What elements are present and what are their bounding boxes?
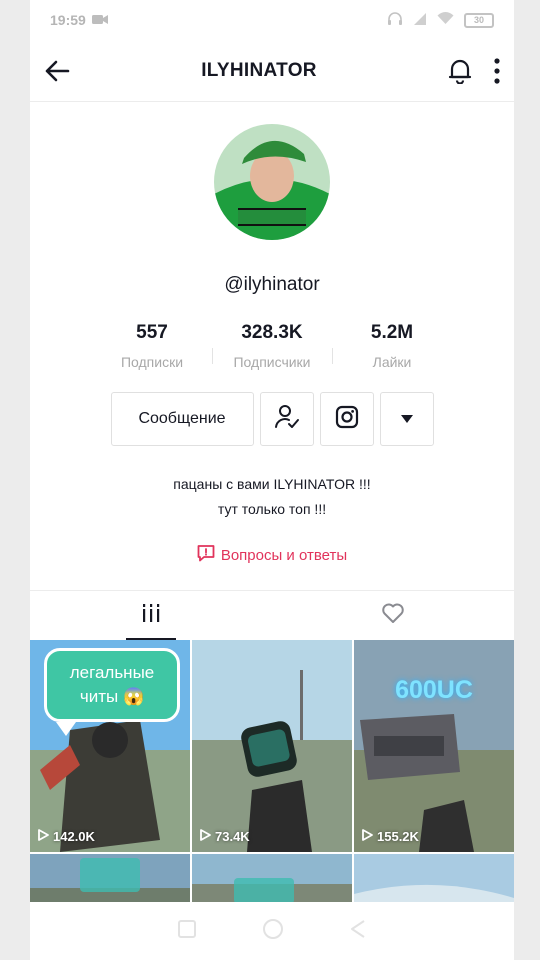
bio-line: тут только топ !!! bbox=[217, 501, 327, 517]
recent-apps-icon[interactable] bbox=[178, 919, 196, 943]
play-icon bbox=[362, 829, 373, 844]
qa-label: Вопросы и ответы bbox=[220, 546, 348, 564]
view-count: 155.2K bbox=[362, 829, 419, 844]
right-margin bbox=[514, 0, 540, 960]
video-thumbnail bbox=[192, 854, 352, 906]
bell-icon[interactable] bbox=[448, 58, 472, 84]
video-tile[interactable] bbox=[192, 854, 352, 906]
stat-label: Лайки bbox=[372, 354, 412, 370]
stat-following[interactable]: 557 Подписки bbox=[92, 322, 212, 370]
avatar[interactable] bbox=[214, 124, 330, 240]
back-icon[interactable] bbox=[350, 919, 366, 943]
question-bubble-icon bbox=[197, 544, 215, 566]
grid-bars-icon bbox=[141, 604, 161, 627]
tab-liked[interactable] bbox=[272, 591, 514, 640]
video-thumbnail bbox=[354, 640, 514, 852]
signal-icon bbox=[413, 12, 427, 29]
profile-tabs bbox=[30, 590, 514, 640]
view-count-value: 155.2K bbox=[377, 829, 419, 844]
bio-line: пацаны с вами ILYHINATOR !!! bbox=[173, 476, 371, 492]
play-icon bbox=[200, 829, 211, 844]
caret-down-icon bbox=[400, 410, 413, 428]
video-tile[interactable]: 600UC 155.2K bbox=[354, 640, 514, 852]
profile-actions: Сообщение bbox=[30, 392, 514, 446]
app-screen: 19:59 30 ILYHINATOR @ilyhinator 557 Подп… bbox=[30, 0, 514, 960]
play-icon bbox=[38, 829, 49, 844]
stat-value: 557 bbox=[136, 322, 168, 343]
video-tile[interactable] bbox=[30, 854, 190, 906]
left-margin bbox=[0, 0, 30, 960]
view-count: 142.0K bbox=[38, 829, 95, 844]
profile-username: @ilyhinator bbox=[224, 274, 320, 295]
view-count-value: 142.0K bbox=[53, 829, 95, 844]
home-icon[interactable] bbox=[262, 918, 284, 945]
message-button[interactable]: Сообщение bbox=[110, 392, 254, 446]
heart-icon bbox=[381, 602, 405, 629]
stat-value: 328.3K bbox=[241, 322, 303, 343]
video-tile[interactable]: 73.4K bbox=[192, 640, 352, 852]
stat-likes[interactable]: 5.2M Лайки bbox=[332, 322, 452, 370]
system-nav-bar bbox=[30, 902, 514, 960]
camera-icon bbox=[91, 12, 108, 28]
more-options-button[interactable] bbox=[379, 392, 434, 446]
instagram-button[interactable] bbox=[319, 392, 374, 446]
video-grid: легальные читы 😱 142.0K 73.4K 600UC 155.… bbox=[30, 640, 514, 906]
profile-header: ILYHINATOR bbox=[30, 40, 514, 102]
status-time: 19:59 bbox=[50, 12, 86, 28]
back-arrow-icon[interactable] bbox=[44, 60, 70, 82]
stat-label: Подписки bbox=[120, 354, 184, 370]
headphones-icon bbox=[387, 11, 403, 30]
status-bar: 19:59 30 bbox=[30, 0, 514, 40]
wifi-icon bbox=[437, 12, 454, 28]
stat-followers[interactable]: 328.3K Подписчики bbox=[212, 322, 332, 370]
qa-link[interactable]: Вопросы и ответы bbox=[30, 544, 514, 566]
profile-stats: 557 Подписки 328.3K Подписчики 5.2M Лайк… bbox=[30, 322, 514, 370]
stat-label: Подписчики bbox=[233, 354, 311, 370]
following-user-button[interactable] bbox=[259, 392, 314, 446]
more-vertical-icon[interactable] bbox=[494, 57, 500, 84]
battery-icon: 30 bbox=[464, 12, 494, 28]
video-tile[interactable] bbox=[354, 854, 514, 906]
user-check-icon bbox=[274, 404, 300, 435]
tab-videos[interactable] bbox=[30, 591, 272, 640]
video-tile[interactable]: легальные читы 😱 142.0K bbox=[30, 640, 190, 852]
view-count: 73.4K bbox=[200, 829, 250, 844]
profile-bio: пацаны с вами ILYHINATOR !!! тут только … bbox=[30, 472, 514, 522]
bubble-tail bbox=[56, 722, 76, 736]
header-title: ILYHINATOR bbox=[201, 59, 317, 81]
video-thumbnail bbox=[30, 854, 190, 906]
video-thumbnail bbox=[192, 640, 352, 852]
stat-value: 5.2M bbox=[370, 322, 414, 343]
video-overlay-text: легальные читы 😱 bbox=[44, 648, 180, 722]
instagram-icon bbox=[335, 405, 359, 434]
video-overlay-text: 600UC bbox=[395, 676, 473, 704]
video-thumbnail bbox=[354, 854, 514, 906]
view-count-value: 73.4K bbox=[215, 829, 250, 844]
